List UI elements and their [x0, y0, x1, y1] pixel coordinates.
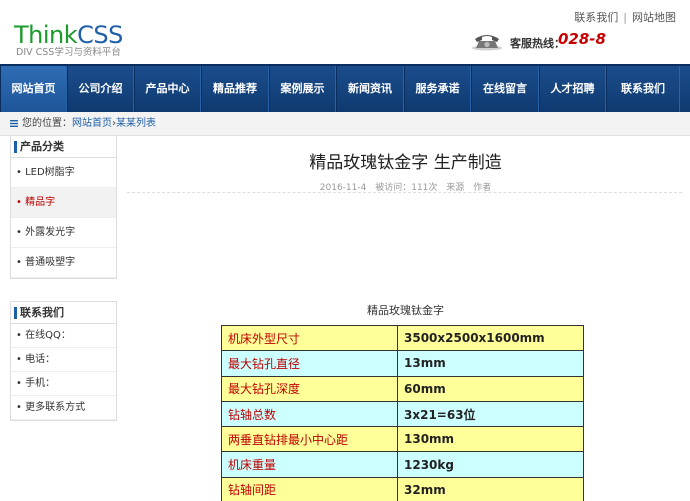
- article-caption: 精品玫瑰钛金字: [367, 304, 444, 317]
- main-nav: 网站首页 公司介绍 产品中心 精品推荐 案例展示 新闻资讯 服务承诺 在线留言 …: [0, 64, 690, 112]
- top-link-sitemap[interactable]: 网站地图: [632, 11, 676, 24]
- nav-item-message[interactable]: 在线留言: [471, 66, 539, 112]
- nav-item-recommended[interactable]: 精品推荐: [201, 66, 269, 112]
- nav-item-products[interactable]: 产品中心: [134, 66, 201, 112]
- table-row: 钻轴间距 32mm: [221, 476, 584, 501]
- product-categories-box: 产品分类 • LED树脂字 • 精品字 • 外露发光字 • 普通吸塑字: [10, 136, 117, 279]
- spec-key: 最大钻孔深度: [221, 375, 398, 402]
- top-links: 联系我们 | 网站地图: [574, 9, 676, 25]
- table-row: 机床重量 1230kg: [221, 451, 584, 478]
- spec-key: 钻轴间距: [221, 476, 398, 501]
- spec-value: 3x21=63位: [397, 400, 584, 428]
- spec-table: 机床外型尺寸 3500x2500x1600mm 最大钻孔直径 13mm 最大钻孔深度 60…: [221, 324, 584, 501]
- breadcrumb: 您的位置：网站首页›某某列表: [0, 112, 690, 136]
- contact-more[interactable]: • 更多联系方式: [11, 396, 116, 420]
- sidebar-item-led-resin[interactable]: • LED树脂字: [11, 158, 116, 188]
- logo-tagline: DIV CSS学习与资料平台: [16, 47, 121, 58]
- spec-value: 13mm: [397, 350, 584, 377]
- site-header: ThinkCSS DIV CSS学习与资料平台 联系我们 | 网站地图 客服热线： …: [0, 0, 690, 64]
- nav-item-news[interactable]: 新闻资讯: [336, 66, 404, 112]
- table-row: 机床外型尺寸 3500x2500x1600mm: [221, 324, 584, 352]
- logo-text: ThinkCSS: [14, 21, 123, 49]
- breadcrumb-prefix: 您的位置：: [22, 118, 72, 129]
- spec-value: 32mm: [397, 476, 584, 501]
- spec-key: 最大钻孔直径: [221, 350, 398, 377]
- spec-value: 1230kg: [397, 451, 584, 478]
- table-row: 两垂直钻排最小中心距 130mm: [221, 426, 584, 453]
- hotline-number: 028-8: [558, 30, 606, 48]
- spec-key: 机床重量: [221, 451, 398, 478]
- spec-value: 60mm: [397, 375, 584, 402]
- sidebar-item-exposed-light[interactable]: • 外露发光字: [11, 218, 116, 248]
- product-categories-title: 产品分类: [11, 136, 116, 158]
- top-link-separator: |: [623, 11, 627, 24]
- telephone-icon: [472, 35, 502, 51]
- contact-qq[interactable]: • 在线QQ：: [11, 324, 116, 348]
- site-logo[interactable]: ThinkCSS DIV CSS学习与资料平台: [14, 22, 123, 58]
- sidebar-item-blister[interactable]: • 普通吸塑字: [11, 248, 116, 278]
- top-link-contact[interactable]: 联系我们: [574, 11, 618, 24]
- spec-key: 机床外型尺寸: [221, 324, 398, 352]
- table-row: 最大钻孔深度 60mm: [221, 375, 584, 402]
- nav-item-contact[interactable]: 联系我们: [606, 66, 680, 112]
- contact-title: 联系我们: [11, 302, 116, 324]
- sidebar-item-premium[interactable]: • 精品字: [11, 188, 116, 218]
- table-row: 最大钻孔直径 13mm: [221, 350, 584, 377]
- breadcrumb-home[interactable]: 网站首页: [72, 118, 112, 129]
- spec-key: 钻轴总数: [221, 400, 398, 428]
- nav-item-cases[interactable]: 案例展示: [269, 66, 336, 112]
- hotline-label: 客服热线：: [510, 37, 565, 50]
- sidebar: 产品分类 • LED树脂字 • 精品字 • 外露发光字 • 普通吸塑字 联系我们…: [10, 136, 117, 501]
- nav-item-service[interactable]: 服务承诺: [404, 66, 471, 112]
- breadcrumb-current[interactable]: 某某列表: [116, 118, 156, 129]
- article-content: 精品玫瑰钛金字 生产制造 2016-11-4 被访问：111次 来源 作者 精品…: [121, 136, 690, 501]
- spec-key: 两垂直钻排最小中心距: [221, 426, 398, 453]
- spec-value: 3500x2500x1600mm: [397, 324, 584, 352]
- list-icon: [10, 119, 18, 127]
- nav-item-about[interactable]: 公司介绍: [67, 66, 134, 112]
- spec-value: 130mm: [397, 426, 584, 453]
- table-row: 钻轴总数 3x21=63位: [221, 400, 584, 428]
- nav-item-jobs[interactable]: 人才招聘: [539, 66, 606, 112]
- contact-phone: • 电话：: [11, 348, 116, 372]
- contact-box: 联系我们 • 在线QQ： • 电话： • 手机： • 更多联系方式: [10, 301, 117, 421]
- title-divider: [127, 192, 682, 193]
- nav-item-home[interactable]: 网站首页: [0, 66, 67, 112]
- contact-mobile: • 手机：: [11, 372, 116, 396]
- article-title: 精品玫瑰钛金字 生产制造: [309, 153, 502, 173]
